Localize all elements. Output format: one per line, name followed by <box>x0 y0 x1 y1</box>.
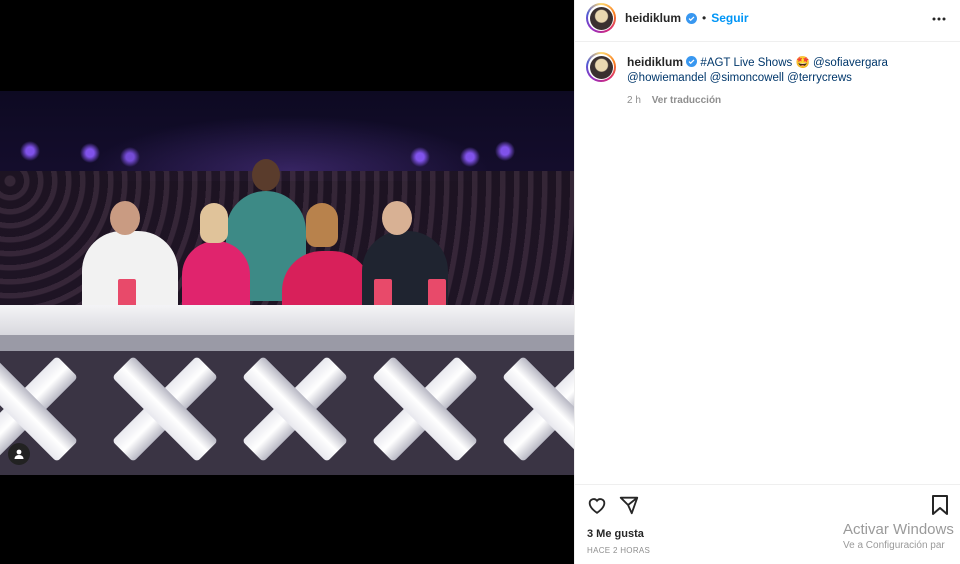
see-translation-button[interactable]: Ver traducción <box>652 95 721 106</box>
author-avatar[interactable] <box>586 3 616 33</box>
stage-lights <box>0 91 574 181</box>
judge-head <box>200 203 228 243</box>
caption-username[interactable]: heidiklum <box>627 55 683 69</box>
separator-dot: • <box>702 11 707 25</box>
verified-badge-icon <box>686 56 698 67</box>
judge-head <box>306 203 338 247</box>
heart-icon <box>588 498 606 514</box>
user-icon <box>14 449 24 459</box>
judge-head <box>110 201 140 235</box>
post-sidebar: heidiklum • Seguir heidiklum #AGT Live S… <box>574 0 960 564</box>
like-button[interactable] <box>586 494 610 518</box>
watermark-title: Activar Windows <box>843 521 954 538</box>
caption-age: 2 h <box>627 95 641 106</box>
desk-edge <box>0 335 574 351</box>
mention-link[interactable]: @terrycrews <box>787 72 852 84</box>
verified-badge-icon <box>686 12 698 24</box>
x-logo-decor <box>360 359 490 459</box>
caption-author-avatar[interactable] <box>586 52 616 82</box>
more-horizontal-icon <box>932 17 946 21</box>
send-icon <box>619 496 639 515</box>
windows-activation-watermark: Activar Windows Ve a Configuración par <box>843 521 960 551</box>
caption-meta: 2 h Ver traducción <box>627 95 721 106</box>
header-user-row: heidiklum • Seguir <box>625 11 749 25</box>
x-logo-decor <box>490 359 574 459</box>
bookmark-icon <box>932 495 948 515</box>
post-header: heidiklum • Seguir <box>575 0 960 42</box>
mention-link[interactable]: @howiemandel <box>627 72 706 84</box>
judge-head <box>252 159 280 191</box>
post-timestamp: HACE 2 HORAS <box>587 546 651 555</box>
watermark-subtitle: Ve a Configuración par <box>843 540 945 551</box>
judges-desk <box>0 305 574 335</box>
x-logo-decor <box>100 359 230 459</box>
mention-link[interactable]: @sofiavergara <box>813 57 888 69</box>
mention-link[interactable]: @simoncowell <box>710 72 784 84</box>
likes-count[interactable]: 3 Me gusta <box>587 528 644 540</box>
more-options-button[interactable] <box>929 10 949 28</box>
judge-head <box>382 201 412 235</box>
emoji: 🤩 <box>795 57 810 69</box>
post-caption: heidiklum #AGT Live Shows 🤩 @sofiavergar… <box>627 55 947 86</box>
action-bar <box>575 484 960 520</box>
x-logo-decor <box>230 359 360 459</box>
save-button[interactable] <box>930 494 954 518</box>
share-button[interactable] <box>618 494 642 518</box>
follow-button[interactable]: Seguir <box>711 11 748 25</box>
author-username[interactable]: heidiklum <box>625 11 681 25</box>
post-photo[interactable] <box>0 91 574 475</box>
hashtag-link[interactable]: #AGT Live Shows <box>700 57 792 69</box>
post-media-pane <box>0 0 574 564</box>
tagged-people-button[interactable] <box>8 443 30 465</box>
